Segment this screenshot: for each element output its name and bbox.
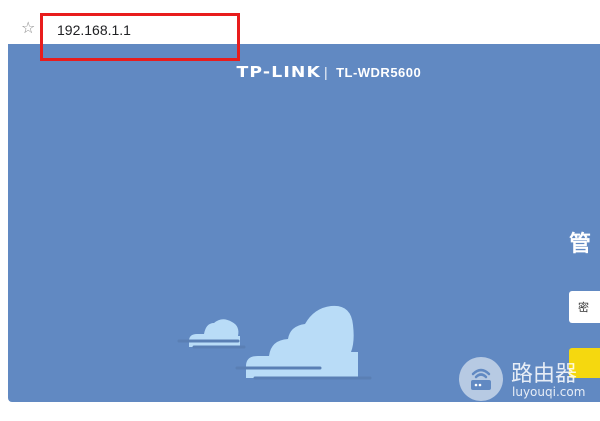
browser-address-bar: ☆ — [0, 0, 600, 43]
watermark-title: 路由器 — [511, 362, 578, 387]
password-placeholder: 密 — [578, 301, 589, 314]
watermark-domain: luyouqi.com — [512, 385, 586, 399]
clouds-illustration — [177, 305, 372, 380]
router-icon — [459, 357, 503, 401]
url-input[interactable] — [57, 20, 207, 40]
watermark: 路由器 luyouqi.com — [459, 354, 600, 404]
password-field[interactable]: 密 — [569, 291, 600, 323]
large-cloud — [235, 305, 372, 380]
router-login-page: TP-LINK | TL-WDR5600 管 密 — [8, 44, 600, 402]
bookmark-star-icon[interactable]: ☆ — [21, 21, 35, 37]
login-title: 管 — [569, 232, 592, 257]
small-cloud — [177, 319, 246, 349]
